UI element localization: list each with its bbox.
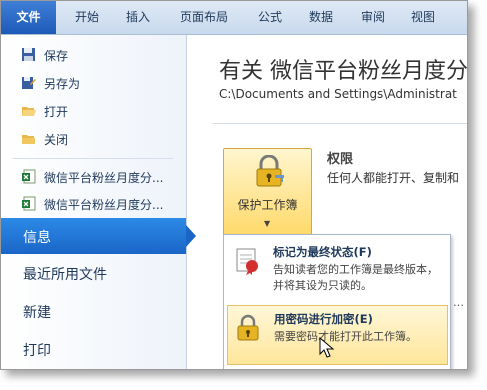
file-path: C:\Documents and Settings\Administrat bbox=[219, 87, 457, 101]
tab-file[interactable]: 文件 bbox=[1, 1, 56, 34]
recent-file-label: 微信平台粉丝月度分... bbox=[44, 171, 164, 185]
section-divider bbox=[213, 123, 467, 124]
recent-file-label: 微信平台粉丝月度分... bbox=[44, 198, 164, 212]
save-as-label: 另存为 bbox=[44, 77, 81, 91]
encrypt-with-password-item[interactable]: 用密码进行加密(E) 需要密码才能打开此工作簿。 bbox=[227, 305, 448, 365]
new-tab[interactable]: 新建 bbox=[1, 293, 186, 329]
permissions-heading: 权限 bbox=[327, 152, 354, 167]
save-as-icon bbox=[22, 77, 36, 89]
close-command[interactable]: 关闭 bbox=[1, 125, 186, 153]
protect-workbook-label: 保护工作簿 bbox=[237, 198, 298, 212]
tab-home[interactable]: 开始 bbox=[63, 1, 111, 34]
mark-final-title: 标记为最终状态(F) bbox=[273, 245, 372, 259]
save-icon bbox=[22, 48, 35, 61]
backstage-menu: 保存 另存为 打开 关闭 微信平台粉丝月度分... 微信平台粉丝月度分... 信… bbox=[1, 35, 187, 369]
tab-insert[interactable]: 插入 bbox=[115, 1, 161, 34]
lock-key-icon bbox=[256, 155, 284, 187]
dropdown-arrow-icon: ▼ bbox=[264, 219, 271, 228]
save-command[interactable]: 保存 bbox=[1, 41, 186, 69]
lock-key-icon bbox=[237, 314, 259, 341]
recent-file-item[interactable]: 微信平台粉丝月度分... bbox=[1, 190, 186, 218]
permissions-description: 任何人都能打开、复制和 bbox=[327, 171, 460, 185]
encrypt-title: 用密码进行加密(E) bbox=[274, 312, 373, 326]
excel-file-icon bbox=[22, 169, 36, 184]
tab-data[interactable]: 数据 bbox=[298, 1, 344, 34]
tab-review[interactable]: 审阅 bbox=[350, 1, 396, 34]
open-command[interactable]: 打开 bbox=[1, 97, 186, 125]
page-title: 有关 微信平台粉丝月度分 bbox=[219, 59, 468, 84]
recent-file-item[interactable]: 微信平台粉丝月度分... bbox=[1, 163, 186, 191]
tab-view[interactable]: 视图 bbox=[400, 1, 446, 34]
close-label: 关闭 bbox=[44, 133, 69, 147]
protect-workbook-button[interactable]: 保护工作簿 ▼ bbox=[223, 148, 312, 236]
print-label: 打印 bbox=[23, 343, 51, 359]
recent-files-tab[interactable]: 最近所用文件 bbox=[1, 255, 186, 291]
protect-workbook-menu: 标记为最终状态(F) 告知读者您的工作簿是最终版本，并将其设为只读的。 用密码进… bbox=[223, 234, 451, 369]
save-label: 保存 bbox=[44, 49, 69, 63]
mark-final-description: 告知读者您的工作簿是最终版本，并将其设为只读的。 bbox=[273, 263, 438, 292]
active-tab-arrow bbox=[186, 225, 196, 247]
info-label: 信息 bbox=[23, 230, 51, 246]
save-as-command[interactable]: 另存为 bbox=[1, 69, 186, 97]
menu-divider bbox=[13, 158, 173, 159]
ribbon-tab-bar: 文件 开始 插入 页面布局 公式 数据 审阅 视图 bbox=[1, 1, 467, 35]
excel-file-icon bbox=[22, 196, 36, 211]
tab-formulas[interactable]: 公式 bbox=[247, 1, 293, 34]
close-folder-icon bbox=[22, 135, 35, 144]
mark-final-icon bbox=[236, 248, 258, 275]
obscured-text: … bbox=[453, 296, 464, 309]
print-tab[interactable]: 打印 bbox=[1, 331, 186, 367]
info-tab[interactable]: 信息 bbox=[1, 218, 186, 254]
recent-files-label: 最近所用文件 bbox=[23, 267, 107, 283]
open-label: 打开 bbox=[44, 105, 69, 119]
open-folder-icon bbox=[22, 107, 36, 116]
excel-backstage-window: 文件 开始 插入 页面布局 公式 数据 审阅 视图 保存 另存为 打开 关闭 微… bbox=[0, 0, 468, 370]
tab-page-layout[interactable]: 页面布局 bbox=[167, 1, 241, 34]
encrypt-description: 需要密码才能打开此工作簿。 bbox=[274, 330, 417, 343]
mouse-cursor-icon bbox=[319, 337, 335, 358]
mark-as-final-item[interactable]: 标记为最终状态(F) 告知读者您的工作簿是最终版本，并将其设为只读的。 bbox=[227, 239, 446, 301]
new-label: 新建 bbox=[23, 305, 51, 321]
